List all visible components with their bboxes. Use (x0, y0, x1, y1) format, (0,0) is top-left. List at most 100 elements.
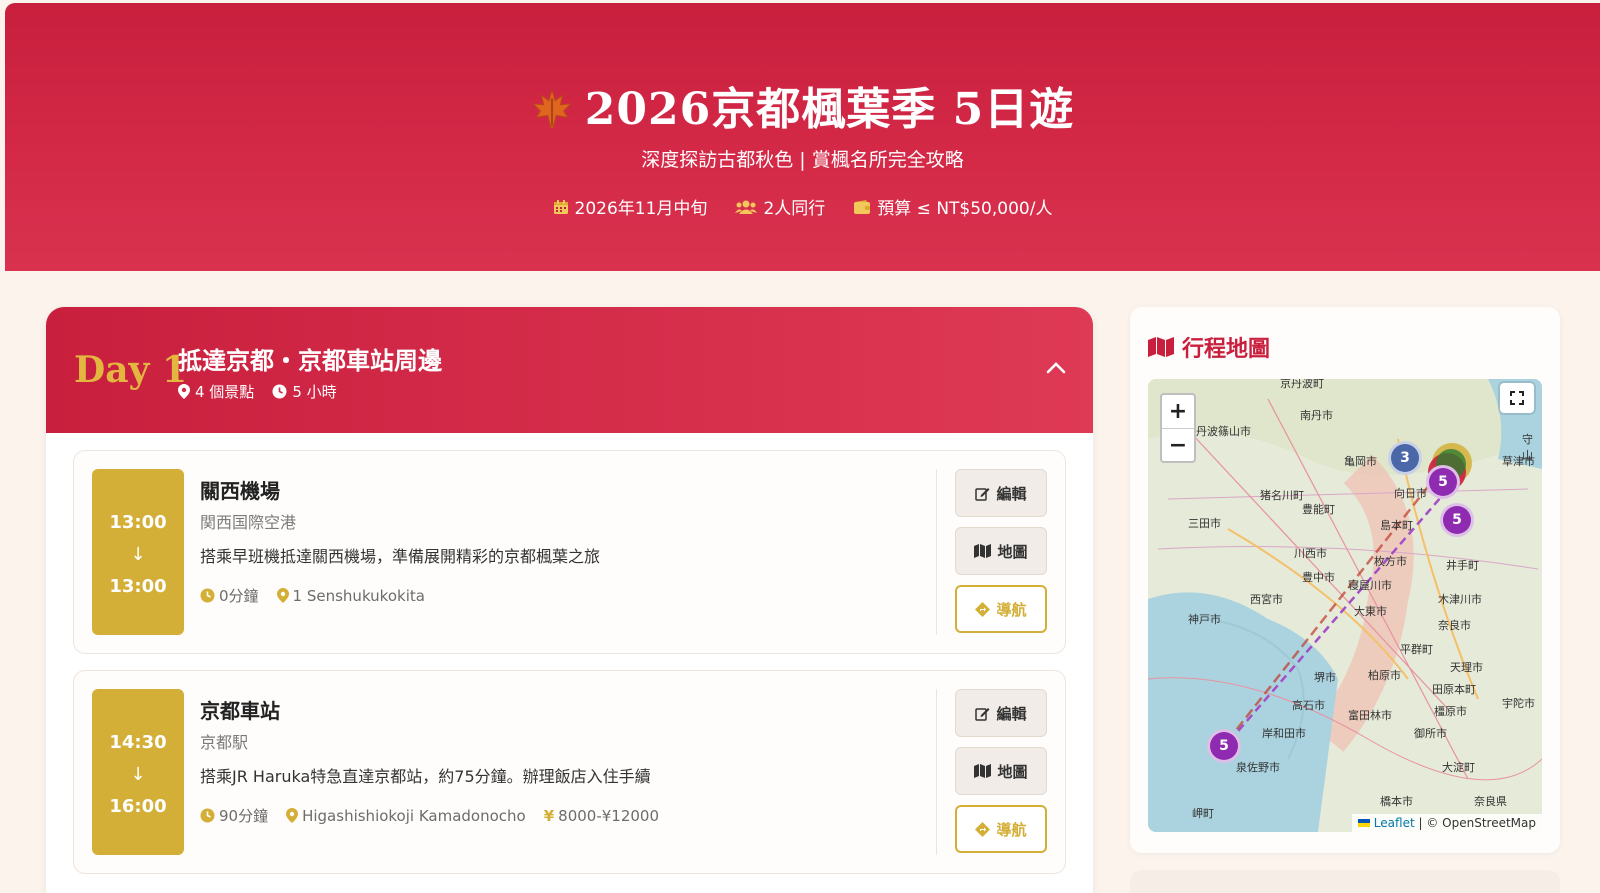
calendar-icon (553, 199, 569, 215)
map-view[interactable]: 京丹波町 南丹市 丹波篠山市 亀岡市 守山 草津市 猪名川町 豊能町 向日市 三… (1148, 379, 1542, 832)
day-duration-text: 5 小時 (292, 383, 337, 401)
map-place-label: 奈良県 (1474, 795, 1507, 808)
map-button-label: 地圖 (997, 762, 1028, 781)
day-duration: 5 小時 (272, 381, 337, 402)
navigate-button[interactable]: 導航 (955, 805, 1047, 853)
spot-description: 搭乘早班機抵達關西機場，準備展開精彩的京都楓葉之旅 (200, 547, 601, 566)
map-place-label: 神戸市 (1188, 613, 1221, 626)
day-spots: 4 個景點 (178, 381, 254, 402)
spot-price: ¥ 8000-¥12000 (544, 805, 659, 826)
navigate-button-label: 導航 (996, 820, 1027, 839)
day-header[interactable]: Day 1 抵達京都・京都車站周邊 4 個景點 5 小時 (46, 307, 1093, 433)
map-icon (974, 764, 992, 778)
trip-budget-text: 預算 ≤ NT$50,000/人 (877, 199, 1053, 219)
spot-meta: 0分鐘 1 Senshukukokita (200, 585, 425, 606)
leaflet-link[interactable]: Leaflet (1374, 816, 1415, 830)
map-place-label: 亀岡市 (1344, 455, 1377, 468)
map-place-label: 宇陀市 (1502, 697, 1535, 710)
map-place-label: 天理市 (1450, 661, 1483, 674)
map-place-label: 岸和田市 (1262, 727, 1306, 740)
arrow-down-icon: ↓ (130, 544, 146, 565)
map-place-label: 川西市 (1294, 547, 1327, 560)
map-cluster[interactable]: 5 (1440, 503, 1474, 537)
map-place-label: 枚方市 (1374, 555, 1407, 568)
directions-icon (975, 821, 991, 837)
map-place-label: 井手町 (1446, 559, 1479, 572)
spot-address: 1 Senshukukokita (276, 585, 425, 606)
map-place-label: 橋本市 (1380, 795, 1413, 808)
spot-stay-text: 90分鐘 (219, 807, 269, 825)
clock-icon (200, 808, 215, 823)
navigate-button[interactable]: 導航 (955, 585, 1047, 633)
day-spots-text: 4 個景點 (195, 383, 255, 401)
chevron-up-icon[interactable] (1045, 357, 1067, 379)
spot-card: 13:00 ↓ 13:00 關西機場 関西国際空港 搭乘早班機抵達關西機場，準備… (73, 450, 1066, 654)
edit-button[interactable]: 編輯 (955, 469, 1047, 517)
divider (936, 469, 937, 635)
map-button-label: 地圖 (997, 542, 1028, 561)
edit-icon (975, 707, 990, 721)
map-place-label: 泉佐野市 (1236, 761, 1280, 774)
map-place-label: 富田林市 (1348, 709, 1392, 722)
edit-button-label: 編輯 (996, 484, 1027, 503)
map-place-label: 岬町 (1192, 807, 1214, 820)
map-place-label: 向日市 (1394, 487, 1427, 500)
spot-name: 關西機場 (200, 479, 280, 503)
divider (936, 689, 937, 855)
users-icon (735, 199, 758, 215)
spot-time: 13:00 ↓ 13:00 (92, 469, 184, 635)
map-place-label: 南丹市 (1300, 409, 1333, 422)
map-button[interactable]: 地圖 (955, 747, 1047, 795)
spot-meta: 90分鐘 Higashishiokoji Kamadonocho ¥ 8000-… (200, 805, 659, 826)
map-place-label: 草津市 (1502, 455, 1535, 468)
navigate-button-label: 導航 (996, 600, 1027, 619)
map-title-text: 行程地圖 (1182, 336, 1271, 362)
zoom-out-button[interactable]: − (1162, 428, 1194, 461)
map-place-label: 柏原市 (1368, 669, 1401, 682)
fullscreen-icon (1510, 391, 1524, 405)
next-panel (1130, 870, 1560, 893)
trip-people-text: 2人同行 (763, 199, 826, 219)
page-title-text: 2026京都楓葉季 5日遊 (584, 84, 1075, 135)
map-place-label: 平群町 (1400, 643, 1433, 656)
map-place-label: 奈良市 (1438, 619, 1471, 632)
zoom-control: + − (1160, 393, 1196, 463)
spot-end-time: 16:00 (109, 796, 167, 817)
spot-address: Higashishiokoji Kamadonocho (286, 805, 526, 826)
map-panel: 行程地圖 京丹波町 南丹市 丹波篠山市 亀岡市 守山 草津市 猪名川町 豊能町 … (1130, 307, 1560, 853)
map-icon (1148, 337, 1174, 357)
yen-icon: ¥ (543, 806, 555, 825)
trip-budget: 預算 ≤ NT$50,000/人 (853, 194, 1052, 219)
map-cluster[interactable]: 3 (1388, 441, 1422, 475)
map-place-label: 豊能町 (1302, 503, 1335, 516)
wallet-icon (853, 199, 871, 215)
spot-jp-name: 関西国際空港 (200, 513, 297, 532)
map-button[interactable]: 地圖 (955, 527, 1047, 575)
trip-date: 2026年11月中旬 (553, 194, 707, 219)
spot-name: 京都車站 (200, 699, 280, 723)
clock-icon (200, 588, 215, 603)
fullscreen-button[interactable] (1500, 383, 1534, 413)
map-place-label: 大淀町 (1442, 761, 1475, 774)
day-card: Day 1 抵達京都・京都車站周邊 4 個景點 5 小時 13:00 ↓ 13:… (46, 307, 1093, 893)
map-place-label: 三田市 (1188, 517, 1221, 530)
directions-icon (975, 601, 991, 617)
trip-meta: 2026年11月中旬 2人同行 預算 ≤ NT$50,000/人 (5, 194, 1600, 219)
osm-attribution[interactable]: | © OpenStreetMap (1418, 816, 1536, 830)
map-cluster[interactable]: 5 (1426, 465, 1460, 499)
map-place-label: 橿原市 (1434, 705, 1467, 718)
ukraine-flag-icon (1357, 819, 1370, 827)
map-place-label: 猪名川町 (1260, 489, 1304, 502)
zoom-in-button[interactable]: + (1162, 395, 1194, 428)
spot-address-text: 1 Senshukukokita (292, 586, 425, 605)
edit-button[interactable]: 編輯 (955, 689, 1047, 737)
map-place-label: 御所市 (1414, 727, 1447, 740)
map-icon (974, 544, 992, 558)
spot-card: 14:30 ↓ 16:00 京都車站 京都駅 搭乘JR Haruka特急直達京都… (73, 670, 1066, 874)
page-subtitle: 深度探訪古都秋色 | 賞楓名所完全攻略 (641, 149, 964, 171)
map-attribution: Leaflet | © OpenStreetMap (1351, 814, 1542, 832)
map-cluster[interactable]: 5 (1207, 729, 1241, 763)
spot-start-time: 14:30 (109, 732, 167, 753)
spot-time: 14:30 ↓ 16:00 (92, 689, 184, 855)
map-pin-icon (286, 808, 299, 823)
